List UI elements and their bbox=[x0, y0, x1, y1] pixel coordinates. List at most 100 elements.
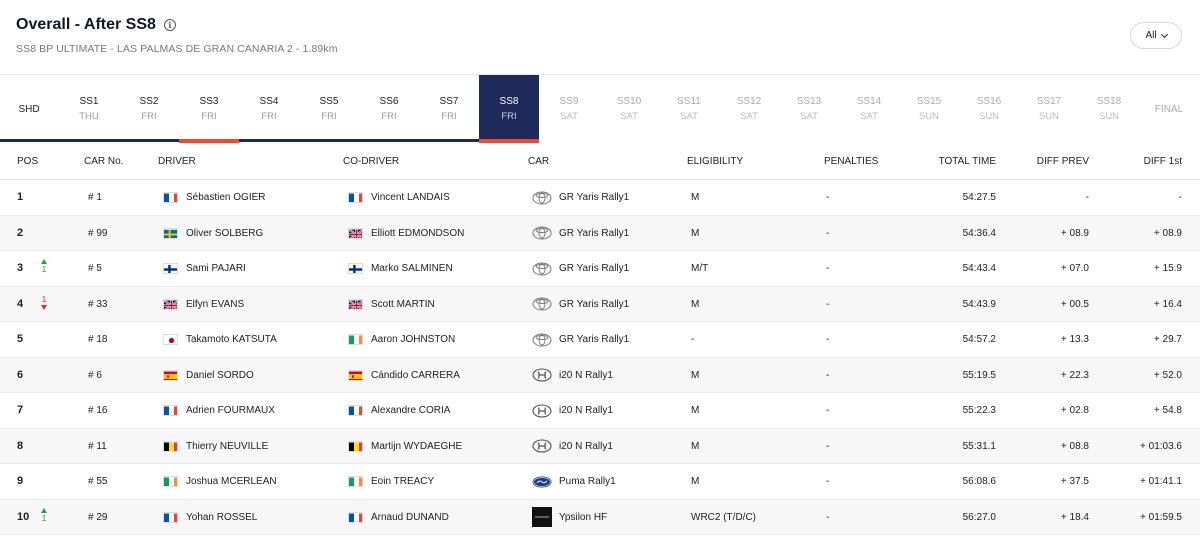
diff-first: + 16.4 bbox=[1153, 298, 1182, 310]
stage-tab-name: SS2 bbox=[139, 96, 159, 107]
col-car[interactable]: CAR bbox=[528, 156, 549, 167]
stage-tab-name: SS12 bbox=[736, 96, 762, 107]
codriver-name[interactable]: Vincent LANDAIS bbox=[371, 192, 450, 203]
total-time: 56:27.0 bbox=[962, 511, 996, 523]
codriver-name[interactable]: Marko SALMINEN bbox=[371, 263, 453, 274]
stage-tab-day: SUN bbox=[918, 111, 940, 122]
stage-tab-ss15[interactable]: SS15 SUN bbox=[899, 75, 959, 143]
stage-tab-ss14[interactable]: SS14 SAT bbox=[839, 75, 899, 143]
codriver-name[interactable]: Arnaud DUNAND bbox=[371, 512, 449, 523]
driver-name[interactable]: Takamoto KATSUTA bbox=[186, 334, 277, 345]
stage-tab-ss10[interactable]: SS10 SAT bbox=[599, 75, 659, 143]
stage-tab-ss13[interactable]: SS13 SAT bbox=[779, 75, 839, 143]
codriver-name[interactable]: Martijn WYDAEGHE bbox=[371, 441, 462, 452]
stage-tab-ss8[interactable]: SS8 FRI bbox=[479, 75, 539, 143]
position: 3 bbox=[17, 262, 24, 274]
arrow-down-icon bbox=[41, 304, 47, 310]
table-row[interactable]: 1 # 1 Sébastien OGIER Vincent LANDAIS GR Yar… bbox=[0, 180, 1200, 216]
stage-tab-ss4[interactable]: SS4 FRI bbox=[239, 75, 299, 143]
stage-tab-name: SS1 bbox=[79, 96, 99, 107]
stage-tab-ss9[interactable]: SS9 SAT bbox=[539, 75, 599, 143]
diff-first: + 01:03.6 bbox=[1140, 440, 1182, 452]
codriver-name[interactable]: Aaron JOHNSTON bbox=[371, 334, 455, 345]
france-flag-icon bbox=[348, 511, 363, 523]
table-row[interactable]: 5 # 18 Takamoto KATSUTA Aaron JOHNSTON GR Ya… bbox=[0, 322, 1200, 358]
table-row[interactable]: 2 # 99 Oliver SOLBERG Elliott EDMONDSON GR Y… bbox=[0, 215, 1200, 251]
stage-tab-ss12[interactable]: SS12 SAT bbox=[719, 75, 779, 143]
driver-name[interactable]: Yohan ROSSEL bbox=[186, 512, 257, 523]
stage-tab-name: SS13 bbox=[796, 96, 822, 107]
col-penalties[interactable]: PENALTIES bbox=[824, 156, 878, 167]
driver-name[interactable]: Joshua MCERLEAN bbox=[186, 476, 277, 487]
table-row[interactable]: 10 1 # 29 Yohan ROSSEL Arnaud DUNAND Ypsilon … bbox=[0, 499, 1200, 535]
stage-tab-ss16[interactable]: SS16 SUN bbox=[959, 75, 1019, 143]
diff-prev: + 00.5 bbox=[1060, 298, 1089, 310]
stage-tabs: SHD SS1 THU SS2 FRI SS3 FRI SS4 FRI SS5 FRI SS6 FRI S… bbox=[0, 74, 1200, 143]
stage-subtitle: SS8 BP ULTIMATE - LAS PALMAS DE GRAN CAN… bbox=[16, 43, 338, 55]
table-row[interactable]: 7 # 16 Adrien FOURMAUX Alexandre CORIA i20 N… bbox=[0, 393, 1200, 429]
position-change: 1 bbox=[41, 512, 47, 523]
ford-logo-icon bbox=[532, 474, 552, 489]
stage-tab-ss5[interactable]: SS5 FRI bbox=[299, 75, 359, 143]
stage-tab-ss11[interactable]: SS11 SAT bbox=[659, 75, 719, 143]
car-model: GR Yaris Rally1 bbox=[559, 298, 630, 310]
col-total-time[interactable]: TOTAL TIME bbox=[939, 156, 996, 167]
finland-flag-icon bbox=[348, 263, 363, 274]
driver-name[interactable]: Adrien FOURMAUX bbox=[186, 405, 275, 416]
driver-name[interactable]: Elfyn EVANS bbox=[186, 299, 244, 310]
position: 4 bbox=[17, 297, 24, 310]
position-change: 1 bbox=[41, 264, 47, 274]
table-row[interactable]: 3 1 # 5 Sami PAJARI Marko SALMINEN GR Yaris R… bbox=[0, 251, 1200, 287]
car-number: # 33 bbox=[88, 298, 108, 310]
class-filter-dropdown[interactable]: All bbox=[1130, 22, 1182, 49]
stage-tab-ss18[interactable]: SS18 SUN bbox=[1079, 75, 1139, 143]
car-model: Puma Rally1 bbox=[559, 476, 616, 487]
col-codriver[interactable]: CO-DRIVER bbox=[343, 156, 399, 167]
total-time: 55:31.1 bbox=[962, 440, 996, 452]
stage-tab-ss3[interactable]: SS3 FRI bbox=[179, 75, 239, 143]
codriver-name[interactable]: Elliott EDMONDSON bbox=[371, 228, 464, 239]
table-row[interactable]: 9 # 55 Joshua MCERLEAN Eoin TREACY Puma Rall… bbox=[0, 464, 1200, 500]
penalties: - bbox=[826, 298, 830, 310]
stage-tab-shd[interactable]: SHD bbox=[0, 75, 59, 143]
driver-name[interactable]: Oliver SOLBERG bbox=[186, 228, 263, 239]
table-row[interactable]: 8 # 11 Thierry NEUVILLE Martijn WYDAEGHE i20… bbox=[0, 428, 1200, 464]
diff-prev: + 37.5 bbox=[1060, 476, 1089, 487]
driver-name[interactable]: Sébastien OGIER bbox=[186, 192, 265, 203]
col-pos[interactable]: POS bbox=[17, 156, 38, 167]
codriver-name[interactable]: Alexandre CORIA bbox=[371, 405, 450, 416]
eligibility: M bbox=[691, 192, 700, 203]
stage-tab-name: SHD bbox=[18, 103, 40, 115]
driver-name[interactable]: Daniel SORDO bbox=[186, 370, 254, 381]
stage-tab-ss1[interactable]: SS1 THU bbox=[59, 75, 119, 143]
codriver-name[interactable]: Scott MARTIN bbox=[371, 299, 435, 310]
col-car-no[interactable]: CAR No. bbox=[84, 156, 123, 167]
stage-tab-ss17[interactable]: SS17 SUN bbox=[1019, 75, 1079, 143]
filter-label: All bbox=[1145, 30, 1157, 41]
car-number: # 29 bbox=[88, 511, 108, 523]
eligibility: M bbox=[691, 476, 700, 487]
col-diff-first[interactable]: DIFF 1st bbox=[1144, 156, 1182, 167]
table-row[interactable]: 6 # 6 Daniel SORDO Cándido CARRERA i20 N Ral… bbox=[0, 357, 1200, 393]
car-model: GR Yaris Rally1 bbox=[559, 263, 630, 274]
penalties: - bbox=[826, 476, 830, 487]
stage-tab-ss6[interactable]: SS6 FRI bbox=[359, 75, 419, 143]
codriver-name[interactable]: Cándido CARRERA bbox=[371, 370, 460, 381]
table-row[interactable]: 4 1 # 33 Elfyn EVANS Scott MARTIN GR Yaris Ra… bbox=[0, 286, 1200, 322]
col-eligibility[interactable]: ELIGIBILITY bbox=[687, 156, 743, 167]
col-driver[interactable]: DRIVER bbox=[158, 156, 196, 167]
stage-tab-final[interactable]: FINAL bbox=[1139, 75, 1199, 143]
col-diff-prev[interactable]: DIFF PREV bbox=[1037, 156, 1089, 167]
penalties: - bbox=[826, 227, 830, 239]
driver-name[interactable]: Sami PAJARI bbox=[186, 263, 246, 274]
driver-name[interactable]: Thierry NEUVILLE bbox=[186, 441, 268, 452]
diff-first: - bbox=[1178, 192, 1182, 203]
info-icon[interactable]: i bbox=[163, 19, 176, 31]
stage-tab-ss7[interactable]: SS7 FRI bbox=[419, 75, 479, 143]
hyundai-logo-icon bbox=[532, 403, 552, 418]
stage-tab-ss2[interactable]: SS2 FRI bbox=[119, 75, 179, 143]
diff-first: + 08.9 bbox=[1153, 227, 1182, 239]
codriver-name[interactable]: Eoin TREACY bbox=[371, 476, 434, 487]
stage-tab-day: FRI bbox=[501, 111, 517, 122]
stage-tab-name: SS16 bbox=[976, 96, 1002, 107]
